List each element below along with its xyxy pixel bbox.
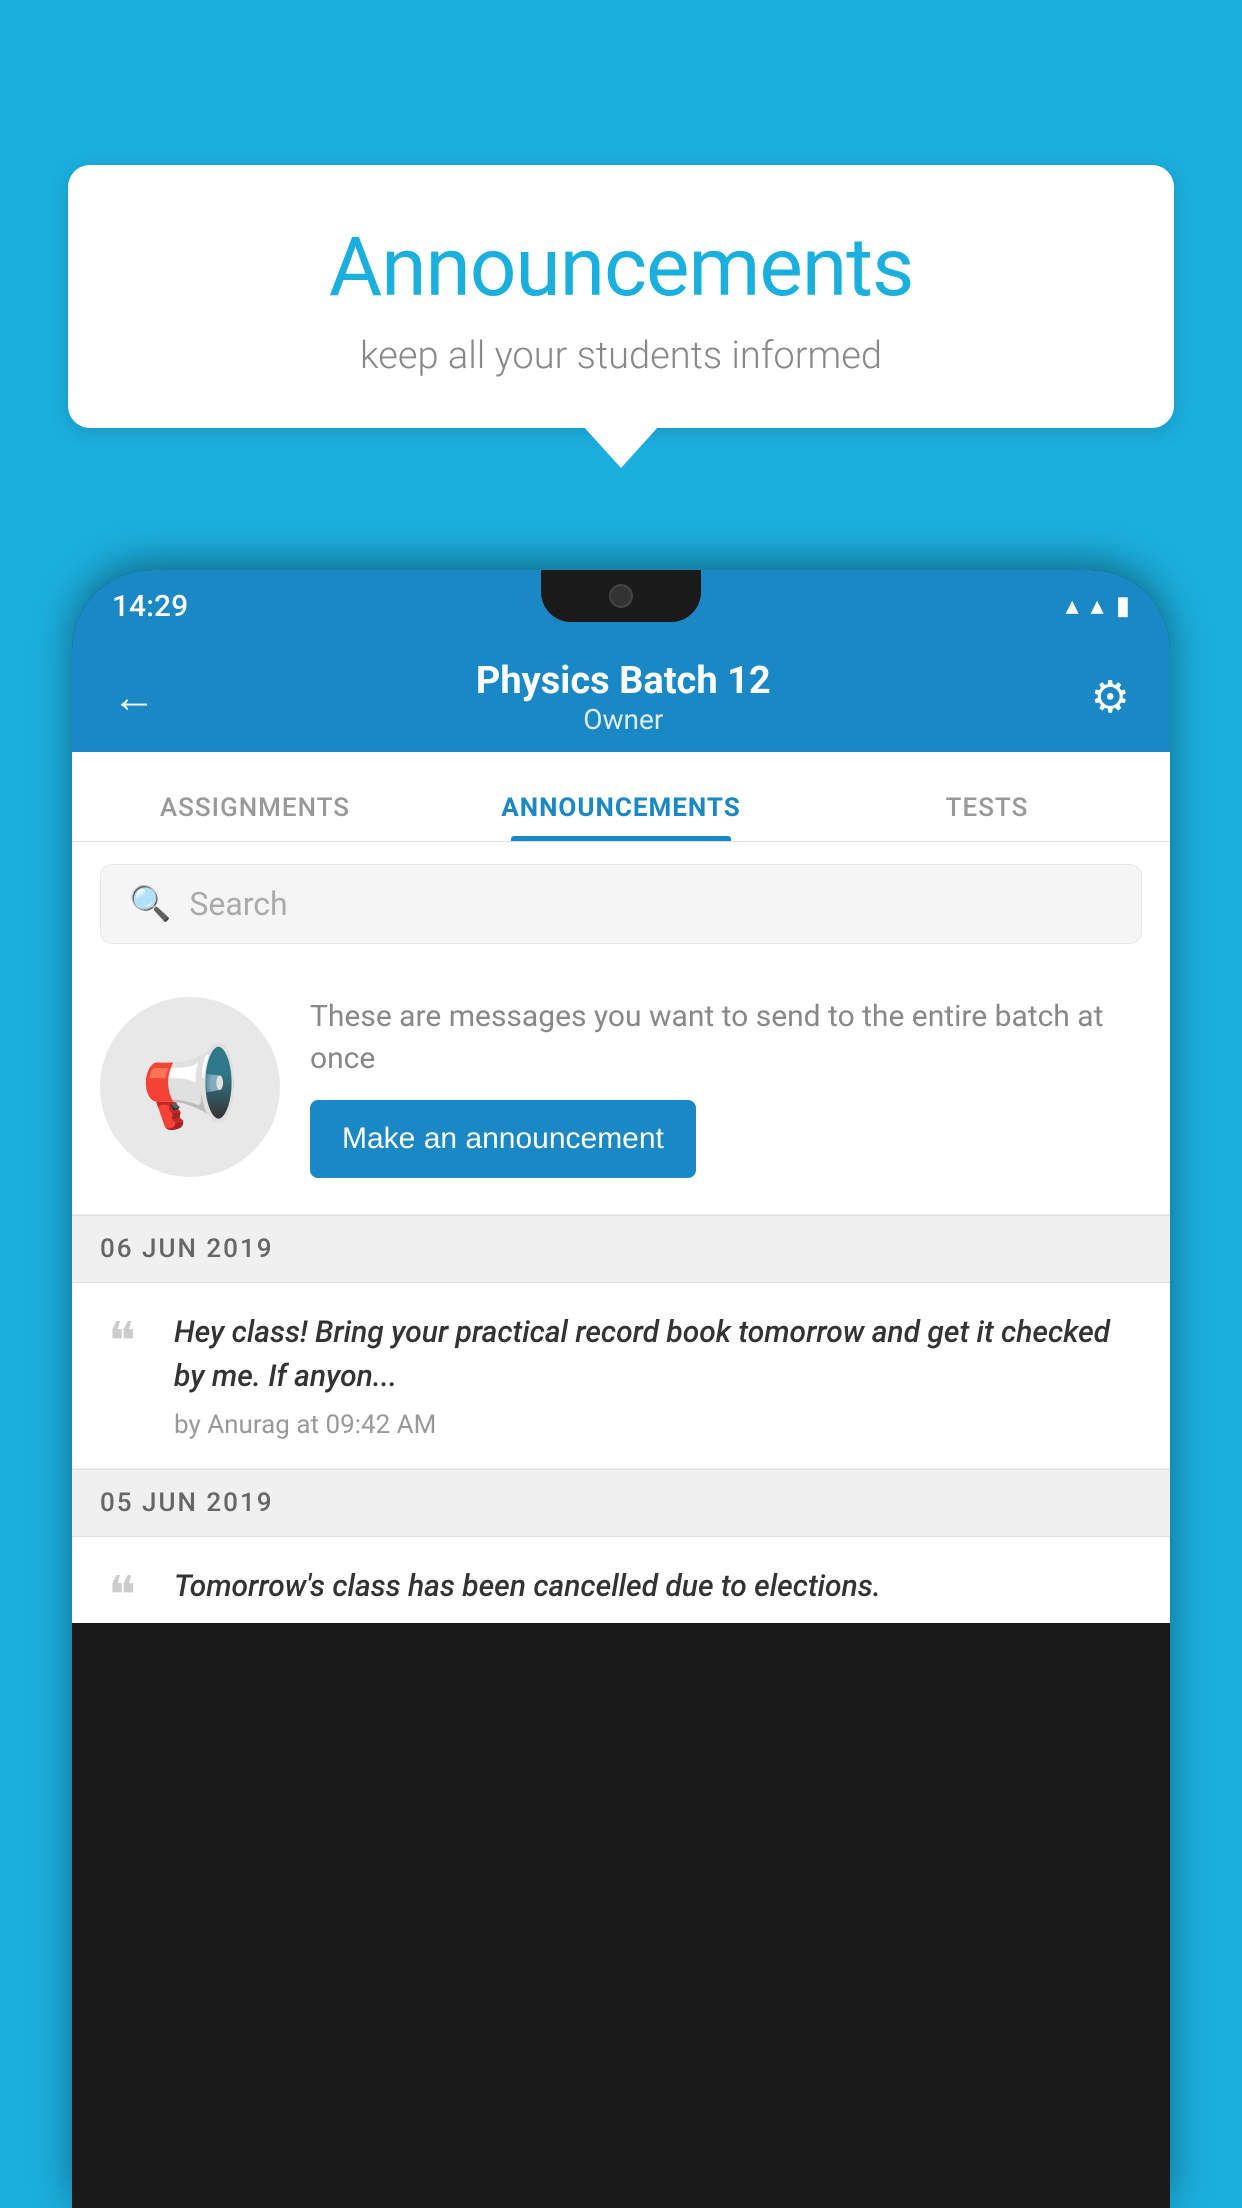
speech-bubble-card: Announcements keep all your students inf… [68,165,1174,428]
app-bar-subtitle: Owner [186,703,1061,736]
announcement-text-2: Tomorrow's class has been cancelled due … [174,1565,1142,1609]
speech-bubble-tail [583,426,659,468]
screen-content: 🔍 Search 📢 These are messages you want t… [72,842,1170,1623]
date-separator-2: 05 JUN 2019 [72,1469,1170,1537]
announcement-content-2: Tomorrow's class has been cancelled due … [174,1565,1142,1621]
announcement-item-2: ❝ Tomorrow's class has been cancelled du… [72,1537,1170,1623]
quote-icon-1: ❝ [92,1317,152,1369]
search-icon: 🔍 [129,884,171,924]
search-container: 🔍 Search [72,842,1170,966]
tab-assignments[interactable]: ASSIGNMENTS [72,793,438,841]
promo-icon-circle: 📢 [100,997,280,1177]
signal-icon: ▴ [1091,591,1104,621]
tab-tests[interactable]: TESTS [804,793,1170,841]
megaphone-icon: 📢 [140,1040,240,1134]
bubble-title: Announcements [128,220,1114,316]
status-time: 14:29 [112,589,188,624]
bubble-subtitle: keep all your students informed [128,334,1114,378]
speech-bubble-section: Announcements keep all your students inf… [68,165,1174,468]
back-button[interactable]: ← [102,661,166,733]
tab-bar: ASSIGNMENTS ANNOUNCEMENTS TESTS [72,752,1170,842]
announcement-item-1: ❝ Hey class! Bring your practical record… [72,1283,1170,1469]
search-placeholder: Search [189,885,287,923]
announcement-text-1: Hey class! Bring your practical record b… [174,1311,1142,1398]
battery-icon: ▮ [1116,591,1130,621]
search-bar[interactable]: 🔍 Search [100,864,1142,944]
phone-frame: 14:29 ▴ ▴ ▮ ← Physics Batch 12 Owner ⚙ A… [72,570,1170,2208]
promo-description: These are messages you want to send to t… [310,996,1142,1080]
status-icons: ▴ ▴ ▮ [1066,591,1130,621]
app-bar-title: Physics Batch 12 [186,659,1061,703]
promo-area: 📢 These are messages you want to send to… [72,966,1170,1215]
make-announcement-button[interactable]: Make an announcement [310,1100,696,1178]
notch [541,570,701,622]
tab-announcements[interactable]: ANNOUNCEMENTS [438,793,804,841]
quote-icon-2: ❝ [92,1571,152,1623]
announcement-content-1: Hey class! Bring your practical record b… [174,1311,1142,1440]
wifi-icon: ▴ [1066,591,1079,621]
notch-camera [609,584,633,608]
app-bar-title-group: Physics Batch 12 Owner [186,659,1061,736]
settings-button[interactable]: ⚙ [1081,661,1140,733]
date-separator-1: 06 JUN 2019 [72,1215,1170,1283]
status-bar: 14:29 ▴ ▴ ▮ [72,570,1170,642]
announcement-meta-1: by Anurag at 09:42 AM [174,1410,1142,1440]
app-bar: ← Physics Batch 12 Owner ⚙ [72,642,1170,752]
promo-right: These are messages you want to send to t… [310,996,1142,1178]
